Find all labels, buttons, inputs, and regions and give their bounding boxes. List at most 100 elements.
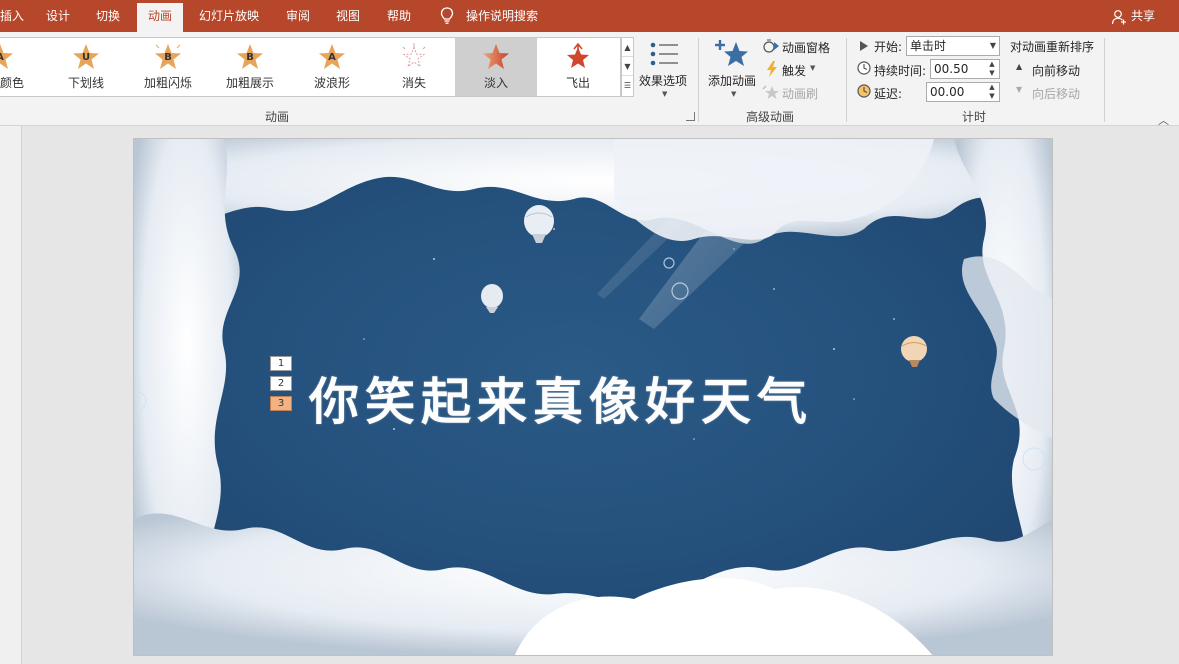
effect-options-label: 效果选项 <box>639 74 688 88</box>
wave-letter: A <box>328 52 336 63</box>
duration-value: 00.50 <box>934 62 969 76</box>
animation-painter-button[interactable]: 动画刷 <box>762 83 822 103</box>
clock-icon <box>857 61 871 75</box>
move-earlier-label: 向前移动 <box>1032 64 1081 78</box>
group-label-animation: 动画 <box>265 110 290 124</box>
anim-fade[interactable]: 淡入 <box>455 38 537 96</box>
tab-help[interactable]: 帮助 <box>387 0 411 32</box>
tab-animations[interactable]: 动画 <box>137 3 183 32</box>
bold-flash-letter: B <box>164 52 172 63</box>
group-separator <box>1104 38 1105 122</box>
ribbon-tab-bar: 插入 设计 切换 动画 幻灯片放映 审阅 视图 帮助 操作说明搜索 共享 <box>0 0 1179 32</box>
gallery-scroll-down[interactable]: ▼ <box>622 57 633 76</box>
gallery-scroll: ▲ ▼ ☰ <box>621 37 634 97</box>
workspace: 1 2 3 你笑起来真像好天气 <box>0 126 1179 664</box>
chevron-down-icon: ▼ <box>731 90 737 98</box>
ribbon: A 字体颜色 U 下划线 B 加粗闪烁 B 加粗展示 A 波浪形 消失 淡入 <box>0 32 1179 127</box>
anim-label: 消失 <box>401 76 426 90</box>
move-later-label: 向后移动 <box>1032 87 1081 101</box>
share-button[interactable]: 共享 <box>1111 0 1155 32</box>
start-select[interactable]: 单击时 ▼ <box>906 36 1000 56</box>
anim-bold-reveal[interactable]: B 加粗展示 <box>209 38 291 96</box>
animation-painter-label: 动画刷 <box>782 87 819 101</box>
reorder-title: 对动画重新排序 <box>1010 40 1095 54</box>
animation-order-tag[interactable]: 1 <box>270 356 292 371</box>
effect-options-button[interactable]: 效果选项 ▼ <box>638 38 692 102</box>
bold-flash-star-icon: B <box>155 44 181 69</box>
group-separator <box>698 38 699 122</box>
tab-transitions[interactable]: 切换 <box>96 0 120 32</box>
lightbulb-icon[interactable] <box>440 7 454 25</box>
bold-reveal-letter: B <box>246 52 254 63</box>
thumbnail-pane[interactable] <box>0 126 22 664</box>
trigger-button[interactable]: 触发 ▼ <box>762 60 822 80</box>
dialog-launcher-icon[interactable] <box>686 112 695 121</box>
move-earlier-button[interactable]: ▲ 向前移动 <box>1014 60 1094 78</box>
tab-slideshow[interactable]: 幻灯片放映 <box>199 0 259 32</box>
font-color-letter: A <box>0 52 4 63</box>
group-label-advanced: 高级动画 <box>746 110 795 124</box>
anim-bold-flash[interactable]: B 加粗闪烁 <box>127 38 209 96</box>
add-animation-star-icon <box>715 40 748 66</box>
gallery-scroll-up[interactable]: ▲ <box>622 38 633 57</box>
anim-label: 加粗闪烁 <box>143 76 192 90</box>
tab-review[interactable]: 审阅 <box>286 0 310 32</box>
fade-star-icon <box>483 44 509 69</box>
delay-input[interactable]: 00.00 ▲ ▼ <box>926 82 1000 102</box>
tab-design[interactable]: 设计 <box>46 0 70 32</box>
gallery-more[interactable]: ☰ <box>622 76 633 95</box>
anim-label: 飞出 <box>565 76 590 90</box>
group-separator <box>846 38 847 122</box>
slide-canvas[interactable]: 1 2 3 你笑起来真像好天气 <box>133 138 1053 656</box>
wave-star-icon: A <box>319 44 345 69</box>
animation-pane-button[interactable]: 动画窗格 <box>762 37 834 57</box>
tab-insert[interactable]: 插入 <box>0 0 24 32</box>
person-icon <box>1111 9 1126 24</box>
animation-order-tag[interactable]: 2 <box>270 376 292 391</box>
share-label: 共享 <box>1130 9 1155 23</box>
disappear-star-icon <box>402 43 426 68</box>
chevron-down-icon: ▼ <box>662 90 668 98</box>
delay-label: 延迟: <box>874 87 903 101</box>
effect-options-icon <box>650 42 678 66</box>
chevron-down-icon: ▼ <box>810 64 816 72</box>
start-label: 开始: <box>874 40 903 54</box>
anim-disappear[interactable]: 消失 <box>373 38 455 96</box>
lightning-icon <box>767 61 777 77</box>
slide-title[interactable]: 你笑起来真像好天气 <box>309 362 813 434</box>
tell-me-search[interactable]: 操作说明搜索 <box>466 0 538 32</box>
anim-font-color[interactable]: A 字体颜色 <box>0 38 41 96</box>
triangle-down-icon: ▼ <box>1016 85 1023 94</box>
tab-view[interactable]: 视图 <box>336 0 360 32</box>
group-label-timing: 计时 <box>962 110 987 124</box>
start-play-icon <box>860 41 868 51</box>
trigger-label: 触发 <box>782 64 807 78</box>
duration-label: 持续时间: <box>874 64 927 78</box>
animation-order-tag-selected[interactable]: 3 <box>270 396 292 411</box>
add-animation-button[interactable]: 添加动画 ▼ <box>704 36 762 102</box>
anim-wave[interactable]: A 波浪形 <box>291 38 373 96</box>
bold-reveal-star-icon: B <box>237 44 263 69</box>
anim-underline[interactable]: U 下划线 <box>45 38 127 96</box>
anim-fly-out[interactable]: 飞出 <box>537 38 619 96</box>
animation-pane-label: 动画窗格 <box>782 41 831 55</box>
add-animation-label: 添加动画 <box>708 74 757 88</box>
duration-spinner[interactable]: ▲ ▼ <box>985 60 999 78</box>
animation-pane-icon <box>763 39 779 53</box>
chevron-down-icon: ▼ <box>989 41 996 50</box>
fly-out-star-icon <box>567 43 589 68</box>
anim-label: 下划线 <box>67 76 104 90</box>
duration-input[interactable]: 00.50 ▲ ▼ <box>930 59 1000 79</box>
animation-gallery: A 字体颜色 U 下划线 B 加粗闪烁 B 加粗展示 A 波浪形 消失 淡入 <box>0 37 621 97</box>
animation-painter-icon <box>762 85 779 99</box>
anim-label: 加粗展示 <box>225 76 274 90</box>
underline-star-icon: U <box>73 44 99 69</box>
delay-clock-icon <box>857 84 871 98</box>
start-value: 单击时 <box>910 39 947 53</box>
move-later-button[interactable]: ▼ 向后移动 <box>1014 83 1094 101</box>
underline-letter: U <box>82 52 90 63</box>
anim-label: 字体颜色 <box>0 76 24 90</box>
font-color-star-icon: A <box>0 44 13 69</box>
anim-label: 淡入 <box>483 76 508 90</box>
delay-spinner[interactable]: ▲ ▼ <box>985 83 999 101</box>
